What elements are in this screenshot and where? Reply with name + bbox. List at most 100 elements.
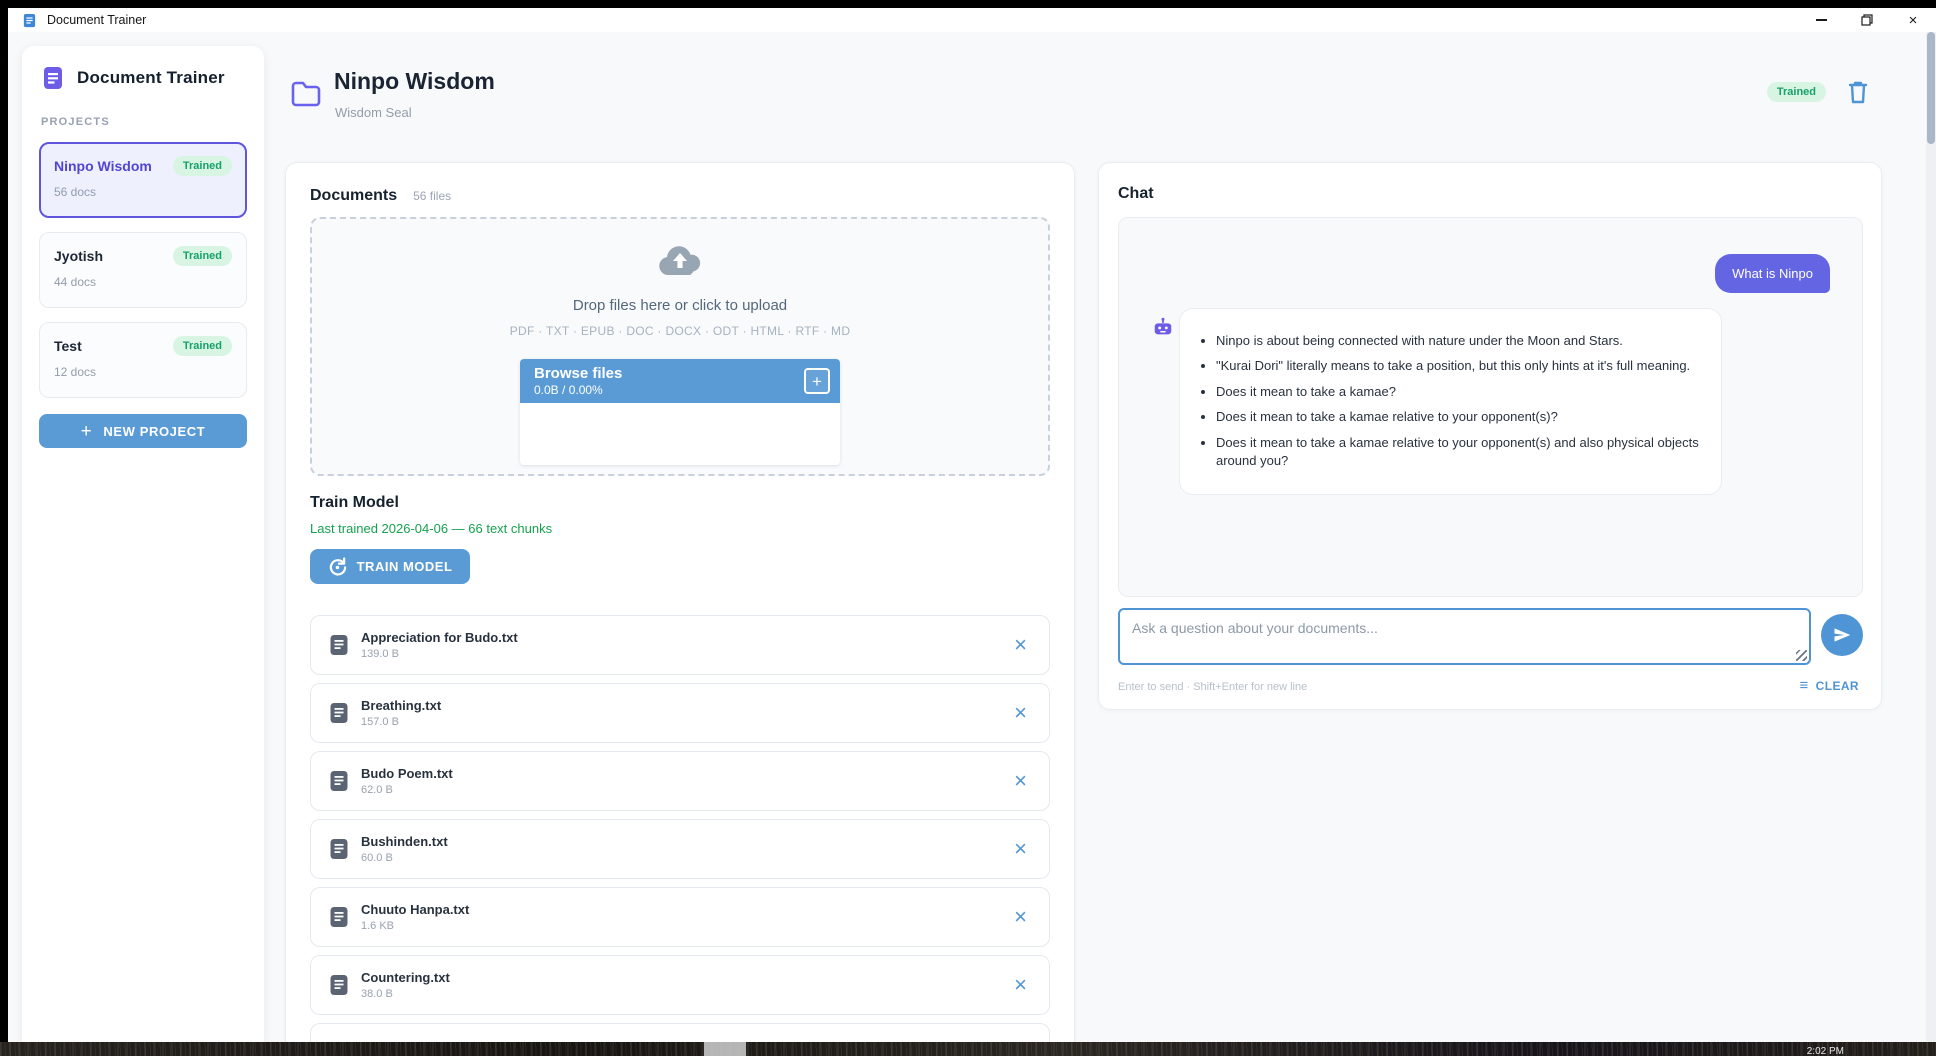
projects-section-label: PROJECTS <box>41 116 110 128</box>
file-name: Breathing.txt <box>361 698 442 713</box>
app-content: Document Trainer PROJECTS Ninpo Wisdom T… <box>8 32 1936 1042</box>
add-file-button[interactable]: + <box>804 368 830 394</box>
taskbar-app-indicator[interactable] <box>704 1042 746 1056</box>
project-card[interactable]: Ninpo Wisdom Trained 56 docs <box>39 142 247 218</box>
dropzone-text: Drop files here or click to upload <box>572 297 788 314</box>
taskbar-clock: 2:02 PM <box>1806 1046 1844 1056</box>
upload-cloud-icon <box>657 245 703 284</box>
clear-label: CLEAR <box>1815 678 1859 693</box>
bot-bullet: Ninpo is about being connected with natu… <box>1216 332 1699 350</box>
project-doc-count: 12 docs <box>54 365 97 379</box>
remove-file-button[interactable]: × <box>1012 634 1029 656</box>
chat-title: Chat <box>1118 185 1154 202</box>
trained-status-badge: Trained <box>1766 82 1826 102</box>
project-status-badge: Trained <box>172 246 232 266</box>
minimize-icon <box>1815 19 1827 21</box>
delete-project-button[interactable] <box>1848 80 1868 104</box>
chat-input[interactable] <box>1118 608 1811 665</box>
send-button[interactable] <box>1821 614 1863 656</box>
train-model-button[interactable]: TRAIN MODEL <box>310 549 470 584</box>
chat-hint: Enter to send · Shift+Enter for new line <box>1118 681 1308 693</box>
file-row: Chuuto Hanpa.txt 1.6 KB × <box>310 887 1050 947</box>
project-card[interactable]: Test Trained 12 docs <box>39 322 247 398</box>
document-file-list: Appreciation for Budo.txt 139.0 B × Brea… <box>310 615 1050 1042</box>
file-document-icon <box>329 634 349 656</box>
file-name: Chuuto Hanpa.txt <box>361 902 470 917</box>
dropzone-formats: PDF · TXT · EPUB · DOC · DOCX · ODT · HT… <box>509 324 851 338</box>
send-icon <box>1834 628 1851 642</box>
page-subtitle: Wisdom Seal <box>335 105 412 120</box>
new-project-button[interactable]: + NEW PROJECT <box>39 414 247 448</box>
clear-lines-icon: ≡ <box>1799 677 1809 694</box>
browse-files-button[interactable]: Browse files 0.0B / 0.00% + <box>520 359 840 403</box>
project-doc-count: 44 docs <box>54 275 97 289</box>
bot-message-bubble: Ninpo is about being connected with natu… <box>1179 308 1722 495</box>
bot-bullet: "Kurai Dori" literally means to take a p… <box>1216 357 1699 375</box>
bot-bullet: Does it mean to take a kamae relative to… <box>1216 408 1699 426</box>
retrain-icon <box>329 557 346 576</box>
upload-queue-area <box>520 403 840 465</box>
file-size: 1.6 KB <box>361 920 395 932</box>
file-name: Budo Poem.txt <box>361 766 453 781</box>
clear-chat-button[interactable]: ≡ CLEAR <box>1800 677 1860 694</box>
file-size: 62.0 B <box>361 784 393 796</box>
project-status-badge: Trained <box>172 336 232 356</box>
project-name: Test <box>54 338 82 354</box>
project-list: Ninpo Wisdom Trained 56 docs Jyotish Tra… <box>39 142 247 398</box>
file-name: Appreciation for Budo.txt <box>361 630 518 645</box>
page-title: Ninpo Wisdom <box>334 68 495 94</box>
file-row: Breathing.txt 157.0 B × <box>310 683 1050 743</box>
restore-button[interactable] <box>1844 8 1890 32</box>
close-icon: × <box>1014 768 1027 793</box>
trash-icon <box>1848 81 1868 104</box>
documents-file-count: 56 files <box>413 189 452 203</box>
file-size: 38.0 B <box>361 988 393 1000</box>
last-trained-status: Last trained 2026-04-06 — 66 text chunks <box>310 521 553 536</box>
remove-file-button[interactable]: × <box>1012 974 1029 996</box>
brand-title: Document Trainer <box>77 68 225 87</box>
project-card[interactable]: Jyotish Trained 44 docs <box>39 232 247 308</box>
file-size: 139.0 B <box>361 648 399 660</box>
browse-files-label: Browse files <box>534 365 623 382</box>
remove-file-button[interactable]: × <box>1012 838 1029 860</box>
project-status-badge: Trained <box>172 156 232 176</box>
close-icon: × <box>1908 11 1918 29</box>
upload-progress: 0.0B / 0.00% <box>534 383 603 397</box>
file-row: Cultivation.txt × <box>310 1023 1050 1042</box>
close-icon: × <box>1014 700 1027 725</box>
close-icon: × <box>1014 836 1027 861</box>
file-dropzone[interactable]: Drop files here or click to upload PDF ·… <box>310 217 1050 476</box>
close-button[interactable]: × <box>1890 8 1936 32</box>
documents-title: Documents <box>310 187 398 204</box>
project-doc-count: 56 docs <box>54 185 97 199</box>
file-row: Countering.txt 38.0 B × <box>310 955 1050 1015</box>
minimize-button[interactable] <box>1798 8 1844 32</box>
desktop-screen: Document Trainer × Document Trainer PROJ… <box>0 0 1936 1056</box>
sidebar: Document Trainer PROJECTS Ninpo Wisdom T… <box>22 46 264 1042</box>
page-scrollbar[interactable] <box>1926 32 1936 1042</box>
documents-panel: Documents 56 files Drop files here or cl… <box>285 162 1075 1042</box>
remove-file-button[interactable]: × <box>1012 702 1029 724</box>
remove-file-button[interactable]: × <box>1012 770 1029 792</box>
chat-message-area: What is Ninpo Ninpo is about being conne… <box>1118 217 1863 597</box>
project-name: Jyotish <box>54 248 104 264</box>
scrollbar-thumb[interactable] <box>1927 32 1935 144</box>
app-document-icon <box>22 13 37 28</box>
close-icon: × <box>1014 904 1027 929</box>
bot-bullet: Does it mean to take a kamae? <box>1216 383 1699 401</box>
window-title: Document Trainer <box>47 13 147 27</box>
file-row: Budo Poem.txt 62.0 B × <box>310 751 1050 811</box>
file-row: Bushinden.txt 60.0 B × <box>310 819 1050 879</box>
file-name: Countering.txt <box>361 970 450 985</box>
bot-bullet-list: Ninpo is about being connected with natu… <box>1188 332 1699 471</box>
close-icon: × <box>1014 632 1027 657</box>
project-name: Ninpo Wisdom <box>54 158 152 174</box>
file-document-icon <box>329 702 349 724</box>
remove-file-button[interactable]: × <box>1012 906 1029 928</box>
close-icon: × <box>1014 972 1027 997</box>
restore-icon <box>1861 14 1873 26</box>
file-document-icon <box>329 838 349 860</box>
new-project-label: NEW PROJECT <box>103 423 206 439</box>
bot-bullet: Does it mean to take a kamae relative to… <box>1216 434 1699 471</box>
window-controls: × <box>1798 8 1936 32</box>
